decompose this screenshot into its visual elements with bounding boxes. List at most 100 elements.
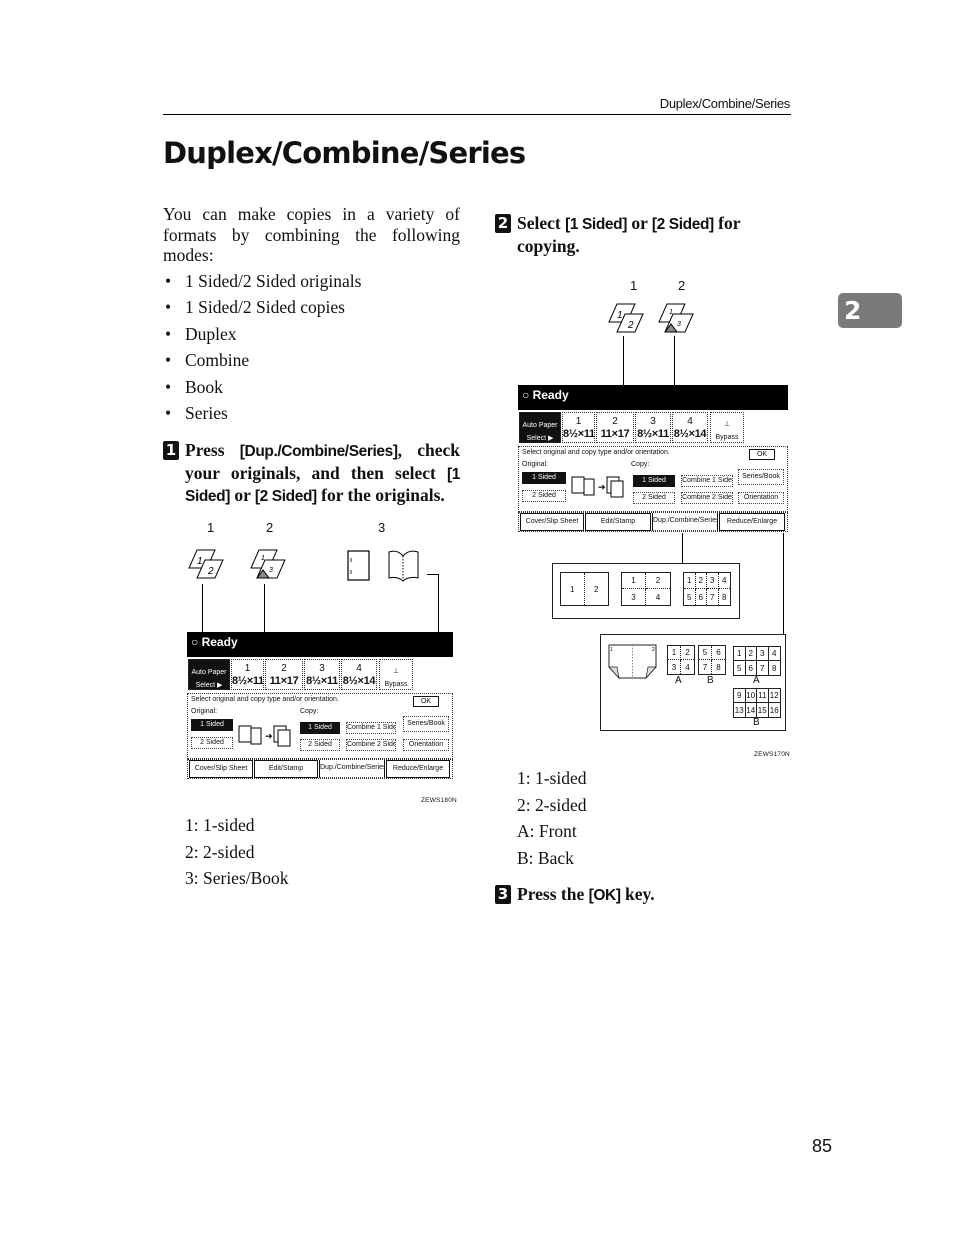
copy-1-sided-button[interactable]: 1 Sided <box>300 722 340 734</box>
original-label: Original: <box>191 708 218 715</box>
series-book-button[interactable]: Series/Book <box>738 469 784 485</box>
tray-number: 4 <box>356 663 362 674</box>
mode-item: Combine <box>163 350 460 376</box>
page-number-cell: 2 <box>695 573 707 589</box>
auto-paper-select-button[interactable]: Auto Paper Select ▶ <box>519 412 561 443</box>
legend-item: 3: Series/Book <box>185 868 289 889</box>
page-number: 85 <box>812 1136 833 1156</box>
tab-cover-slip-sheet[interactable]: Cover/Slip Sheet <box>189 760 253 778</box>
orientation-button[interactable]: Orientation <box>738 492 784 504</box>
figure-code: ZEWS170N <box>754 751 790 758</box>
legend-item: 2: 2-sided <box>185 841 255 862</box>
step-text-part: or <box>229 485 255 505</box>
status-text: Ready <box>532 388 569 402</box>
header-rule <box>163 114 791 115</box>
copy-2-sided-button[interactable]: 2 Sided <box>633 492 675 504</box>
one-sided-copy-icon: 1 2 <box>608 303 644 333</box>
svg-text:2: 2 <box>627 320 634 331</box>
back-label: B <box>753 717 760 728</box>
tab-dup-combine-series[interactable]: Dup./Combine/Series <box>319 760 385 778</box>
page-number-cell: 1 <box>668 646 681 660</box>
tray-number: 1 <box>244 663 251 674</box>
combine-2-side-button[interactable]: Combine 2 Side <box>346 739 396 751</box>
key-dup-combine-series: [Dup./Combine/Series] <box>239 443 398 460</box>
legend-item: 2: 2-sided <box>517 794 587 815</box>
tray-3-button[interactable]: 3 8½×11 <box>304 659 340 690</box>
legend-item: A: Front <box>517 821 577 842</box>
callout-label: 2 <box>266 520 274 535</box>
page-number-cell: 5 <box>734 661 746 675</box>
bypass-label: Bypass <box>384 681 408 688</box>
eight-up-page: 1 2 3 4 5 6 7 8 <box>683 572 731 606</box>
svg-text:3: 3 <box>677 321 681 328</box>
tray-size: 8½×11 <box>232 675 264 687</box>
book-icon <box>388 550 419 582</box>
original-2-sided-button[interactable]: 2 Sided <box>522 490 566 502</box>
page-number-cell: 3 <box>757 647 769 661</box>
two-sided-copy-icon: 1 3 <box>658 303 694 333</box>
step-1: 1 Press [Dup./Combine/Series], check you… <box>163 440 460 508</box>
one-sided-original-icon: 1 2 <box>188 549 224 579</box>
tray-2-button[interactable]: 2 11×17 <box>596 412 634 443</box>
tab-cover-slip-sheet[interactable]: Cover/Slip Sheet <box>520 513 584 531</box>
tray-2-button[interactable]: 2 11×17 <box>265 659 303 690</box>
key-2-sided: [2 Sided] <box>651 216 714 233</box>
tray-3-button[interactable]: 3 8½×11 <box>635 412 671 443</box>
orientation-button[interactable]: Orientation <box>403 739 449 751</box>
step-number: 3 <box>495 885 511 904</box>
ok-button[interactable]: OK <box>749 449 775 460</box>
ok-button[interactable]: OK <box>413 696 439 707</box>
combine-1-side-button[interactable]: Combine 1 Side <box>346 722 396 734</box>
combine-2-side-button[interactable]: Combine 2 Side <box>681 492 733 504</box>
series-book-button[interactable]: Series/Book <box>403 716 449 732</box>
tab-reduce-enlarge[interactable]: Reduce/Enlarge <box>719 513 785 531</box>
page-number-cell: 14 <box>746 703 757 717</box>
auto-paper-select-button[interactable]: Auto Paper Select ▶ <box>188 659 230 690</box>
tray-4-button[interactable]: 4 8½×14 <box>672 412 708 443</box>
page-number-cell: 1 <box>561 573 585 605</box>
mode-item: Duplex <box>163 324 460 350</box>
page-number-cell: 8 <box>722 592 727 602</box>
page-number-cell: 5 <box>684 589 696 605</box>
tab-edit-stamp[interactable]: Edit/Stamp <box>254 760 318 778</box>
callout-label: 3 <box>378 520 386 535</box>
booklet-page-icon: 1 2 <box>608 644 657 679</box>
tray-number: 3 <box>319 663 325 674</box>
bypass-button[interactable]: ⊥ Bypass <box>710 412 744 443</box>
page-number-cell: 4 <box>718 573 730 589</box>
tab-reduce-enlarge[interactable]: Reduce/Enlarge <box>386 760 450 778</box>
tray-number: 2 <box>281 663 287 674</box>
step-text: Select [1 Sided] or [2 Sided] for copyin… <box>517 213 792 256</box>
original-1-sided-button[interactable]: 1 Sided <box>522 472 566 484</box>
operation-panel: ○ Ready Auto Paper Select ▶ 1 8½×11 2 11×1… <box>518 385 788 533</box>
function-tabs: Cover/Slip Sheet Edit/Stamp Dup./Combine… <box>518 512 788 532</box>
copy-2-sided-button[interactable]: 2 Sided <box>300 739 340 751</box>
tray-1-button[interactable]: 1 8½×11 <box>231 659 264 690</box>
tray-1-button[interactable]: 1 8½×11 <box>562 412 595 443</box>
settings-area: Select original and copy type and/or ori… <box>187 693 453 759</box>
step-text-part: Select <box>517 213 566 233</box>
combine-1-side-button[interactable]: Combine 1 Side <box>681 475 733 487</box>
step-text-part: Press <box>185 440 240 460</box>
copy-flow-icon: ➔ <box>571 476 624 498</box>
original-2-sided-button[interactable]: 2 Sided <box>191 737 233 749</box>
page-number-cell: 4 <box>768 647 780 661</box>
front-four-up-page: 1 2 3 4 <box>667 645 695 675</box>
mode-item: 1 Sided/2 Sided originals <box>163 271 460 297</box>
step-text-part: Press the <box>517 884 589 904</box>
tab-edit-stamp[interactable]: Edit/Stamp <box>585 513 651 531</box>
combine-2-side-diagram: 1 2 1 2 3 4 A 5 6 7 8 B 1 2 3 4 5 6 7 8 … <box>600 634 786 731</box>
figure-2-legend: 1: 1-sided 2: 2-sided A: Front B: Back <box>517 768 587 874</box>
step-text-part: key. <box>620 884 655 904</box>
tray-4-button[interactable]: 4 8½×14 <box>341 659 377 690</box>
tab-dup-combine-series[interactable]: Dup./Combine/Series <box>652 513 718 531</box>
page-number-cell: 3 <box>668 660 681 674</box>
copy-1-sided-button[interactable]: 1 Sided <box>633 475 675 487</box>
bypass-button[interactable]: ⊥ Bypass <box>379 659 413 690</box>
original-1-sided-button[interactable]: 1 Sided <box>191 719 233 731</box>
page-number-cell: 9 <box>734 689 746 703</box>
two-sided-original-icon: 1 3 <box>250 549 286 579</box>
step-text: Press the [OK] key. <box>517 884 792 907</box>
original-label: Original: <box>522 461 549 468</box>
page-number-cell: 8 <box>716 662 721 672</box>
